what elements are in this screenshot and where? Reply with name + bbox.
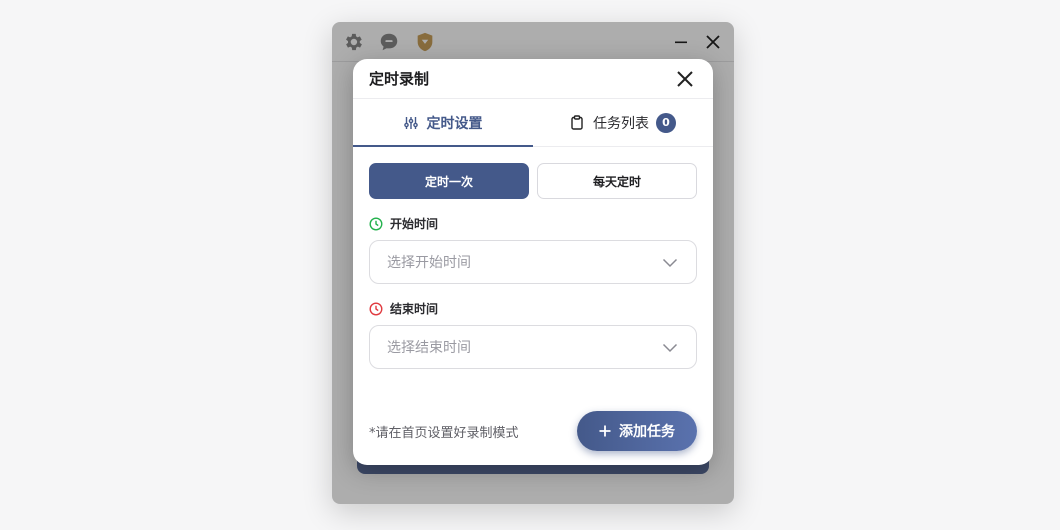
tab-task-list[interactable]: 任务列表 0: [533, 99, 713, 146]
clock-icon: [369, 301, 383, 316]
start-time-label: 开始时间: [369, 215, 697, 232]
add-task-button[interactable]: 添加任务: [577, 411, 697, 451]
end-time-label: 结束时间: [369, 300, 697, 317]
end-time-label-text: 结束时间: [390, 302, 439, 316]
tab-schedule-settings[interactable]: 定时设置: [353, 99, 533, 147]
mode-once-button[interactable]: 定时一次: [369, 163, 529, 199]
start-time-label-text: 开始时间: [390, 217, 439, 231]
schedule-mode-selector: 定时一次 每天定时: [369, 163, 697, 199]
start-time-select[interactable]: 选择开始时间: [369, 240, 697, 284]
dialog-title: 定时录制: [369, 70, 430, 88]
mode-daily-button[interactable]: 每天定时: [537, 163, 697, 199]
recording-mode-hint: *请在首页设置好录制模式: [369, 425, 519, 441]
dialog-header: 定时录制: [353, 59, 713, 99]
start-time-placeholder: 选择开始时间: [387, 255, 471, 271]
clipboard-icon: [570, 115, 584, 130]
end-time-select[interactable]: 选择结束时间: [369, 325, 697, 369]
dialog-footer: *请在首页设置好录制模式 添加任务: [369, 411, 697, 451]
plus-icon: [599, 425, 611, 437]
dialog-close-button[interactable]: [673, 67, 697, 91]
scheduled-recording-dialog: 定时录制 定时设置 任务列表 0 定时一次 每天定时 开始时间 选择开始时间 结…: [353, 59, 713, 465]
tab-bar: 定时设置 任务列表 0: [353, 99, 713, 147]
sliders-icon: [403, 116, 418, 130]
tab-label: 任务列表: [593, 115, 649, 132]
close-icon: [677, 70, 693, 87]
clock-icon: [369, 216, 383, 231]
dialog-body: 定时一次 每天定时 开始时间 选择开始时间 结束时间 选择结束时间: [353, 147, 713, 369]
task-count-badge: 0: [656, 112, 676, 133]
end-time-placeholder: 选择结束时间: [387, 340, 471, 356]
chevron-down-icon: [662, 338, 678, 357]
tab-label: 定时设置: [426, 115, 483, 132]
chevron-down-icon: [662, 253, 678, 272]
add-task-label: 添加任务: [619, 424, 675, 440]
